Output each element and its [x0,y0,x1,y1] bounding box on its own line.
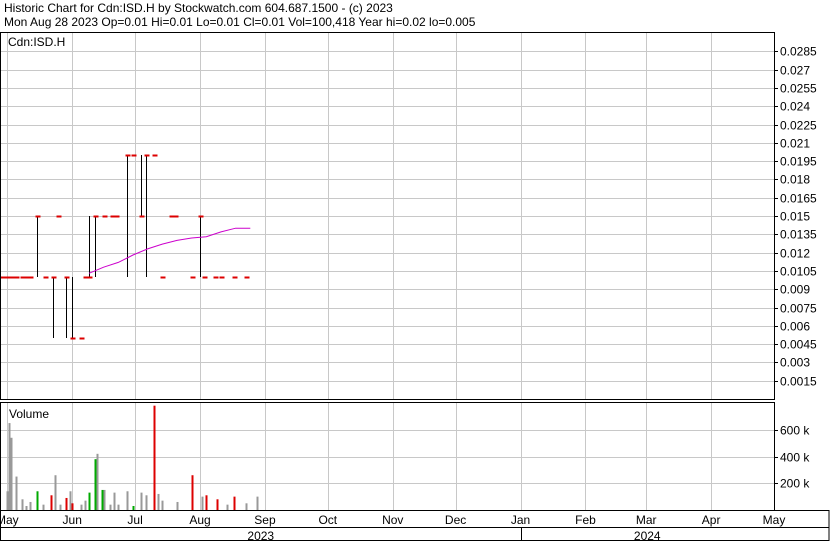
price-tick-label: 0.012 [780,247,810,261]
price-tick-label: 0.015 [780,210,810,224]
price-tick-label: 0.0255 [780,82,817,96]
volume-grid [1,403,775,510]
price-tick-label: 0.018 [780,173,810,187]
year-label: 2023 [247,529,274,543]
month-label: Jan [511,513,530,527]
price-tick-label: 0.027 [780,64,810,78]
price-tick-label: 0.0015 [780,375,817,389]
month-label: Feb [575,513,596,527]
month-label: May [763,513,786,527]
month-label: Oct [318,513,337,527]
month-label: Mar [636,513,657,527]
price-tick-label: 0.0195 [780,155,817,169]
price-tick-label: 0.0165 [780,192,817,206]
price-tick-label: 0.0075 [780,302,817,316]
price-bar [93,215,99,277]
price-bar [64,276,70,338]
price-panel-label: Cdn:ISD.H [8,35,65,49]
price-tick-label: 0.0135 [780,228,817,242]
price-bar [51,276,57,338]
price-bar [70,277,76,340]
volume-axis: 600 k 400 k 200 k [774,424,810,491]
month-label: Aug [189,513,210,527]
panel-frames [0,32,830,541]
price-tick-label: 0.021 [780,137,810,151]
price-bar [87,216,93,279]
volume-tick-label: 600 k [780,424,810,438]
volume-tick-label: 400 k [780,451,810,465]
price-tick-label: 0.0105 [780,265,817,279]
volume-tick-label: 200 k [780,477,810,491]
price-bars [1,154,250,340]
price-tick-label: 0.024 [780,100,810,114]
price-bar [198,215,204,277]
month-label: Sep [254,513,276,527]
month-label: May [0,513,19,527]
volume-panel-frame [0,402,775,511]
month-label: Nov [382,513,403,527]
price-bar [139,155,145,218]
volume-panel-label: Volume [9,407,49,421]
price-tick-label: 0.0285 [780,45,817,59]
price-tick-label: 0.006 [780,320,810,334]
price-bar [35,215,41,277]
year-label: 2024 [634,529,661,543]
price-tick-label: 0.0045 [780,338,817,352]
month-label: Apr [702,513,721,527]
price-axis: 0.0285 0.027 0.0255 0.024 0.0225 0.021 0.0195 0… [774,45,817,389]
month-label: Jul [127,513,142,527]
stock-chart: Cdn:ISD.H Volume 0.02850.0270.02550.0240… [0,32,830,543]
month-label: Jun [63,513,82,527]
price-tick-label: 0.003 [780,356,810,370]
price-tick-label: 0.009 [780,283,810,297]
price-tick-label: 0.0225 [780,119,817,133]
month-label: Dec [445,513,466,527]
